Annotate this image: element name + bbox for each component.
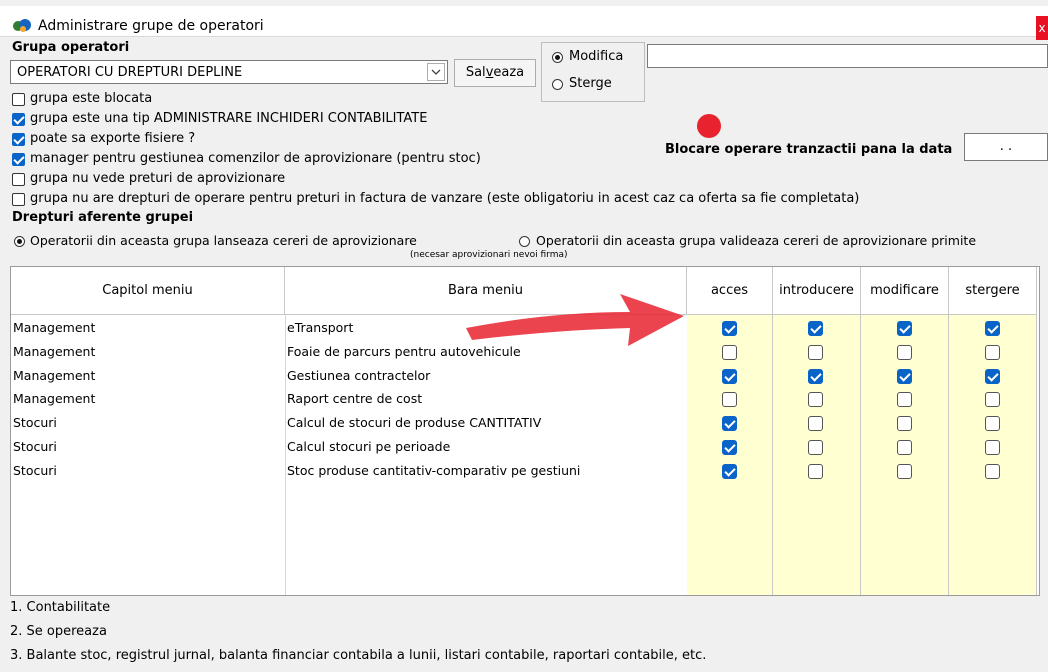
checkbox-modificare[interactable] bbox=[897, 440, 912, 455]
checkbox-stergere[interactable] bbox=[985, 368, 1000, 384]
row-capitol: Management bbox=[13, 391, 96, 407]
column-header-modificare[interactable]: modificare bbox=[861, 267, 949, 315]
checkbox-modificare[interactable] bbox=[897, 344, 912, 360]
save-label-rest: eaza bbox=[493, 65, 525, 80]
row-capitol: Stocuri bbox=[13, 462, 57, 478]
checkbox-introducere[interactable] bbox=[808, 344, 823, 360]
radio-launch-note: (necesar aprovizionari nevoi firma) bbox=[410, 250, 568, 260]
blocking-date-value: . . bbox=[999, 139, 1013, 154]
chevron-down-icon[interactable] bbox=[427, 63, 445, 81]
checkbox-stergere[interactable] bbox=[985, 321, 1000, 336]
app-icon bbox=[13, 19, 31, 32]
checkbox-modificare[interactable] bbox=[897, 321, 912, 336]
row-capitol: Stocuri bbox=[13, 439, 57, 454]
save-label-part: Sal bbox=[465, 65, 486, 80]
title-bar: Administrare grupe de operatori x bbox=[0, 6, 1048, 40]
red-arrow-annotation bbox=[466, 294, 684, 346]
column-header-stergere[interactable]: stergere bbox=[949, 267, 1037, 315]
checkbox-acces[interactable] bbox=[722, 344, 737, 360]
close-icon[interactable]: x bbox=[1036, 16, 1048, 40]
radio-modify-label: Modifica bbox=[569, 49, 624, 64]
option-checkbox-2[interactable] bbox=[12, 133, 25, 146]
row-bara: Calcul stocuri pe perioade bbox=[287, 439, 451, 454]
window-title: Administrare grupe de operatori bbox=[38, 18, 264, 34]
row-bara: Gestiunea contractelor bbox=[287, 367, 431, 383]
checkbox-modificare[interactable] bbox=[897, 368, 912, 384]
footer-line-3: 3. Balante stoc, registrul jurnal, balan… bbox=[10, 648, 707, 663]
radio-launch-label: Operatorii din aceasta grupa lanseaza ce… bbox=[30, 233, 417, 248]
column-header-introducere[interactable]: introducere bbox=[773, 267, 861, 315]
checkbox-introducere[interactable] bbox=[808, 416, 823, 432]
row-bara: eTransport bbox=[287, 320, 354, 335]
checkbox-modificare[interactable] bbox=[897, 416, 912, 432]
row-capitol: Management bbox=[13, 320, 96, 335]
blocking-date-input[interactable]: . . bbox=[964, 133, 1048, 161]
row-capitol: Management bbox=[13, 343, 96, 359]
row-capitol: Management bbox=[13, 367, 96, 383]
checkbox-acces[interactable] bbox=[722, 321, 737, 336]
radio-modify[interactable] bbox=[552, 52, 563, 63]
group-select-value: OPERATORI CU DREPTURI DEPLINE bbox=[17, 65, 243, 80]
option-label-4: grupa nu vede preturi de aprovizionare bbox=[30, 171, 286, 186]
group-name-input[interactable] bbox=[647, 44, 1048, 68]
checkbox-stergere[interactable] bbox=[985, 463, 1000, 479]
radio-delete-label: Sterge bbox=[569, 76, 612, 91]
checkbox-acces[interactable] bbox=[722, 463, 737, 479]
radio-launch-requests[interactable] bbox=[14, 236, 25, 247]
option-label-5: grupa nu are drepturi de operare pentru … bbox=[30, 191, 860, 206]
column-divider bbox=[285, 315, 286, 595]
footer-line-2: 2. Se opereaza bbox=[10, 624, 107, 639]
row-bara: Raport centre de cost bbox=[287, 391, 423, 407]
checkbox-stergere[interactable] bbox=[985, 416, 1000, 432]
checkbox-stergere[interactable] bbox=[985, 440, 1000, 455]
rights-heading: Drepturi aferente grupei bbox=[12, 210, 194, 225]
radio-validate-requests[interactable] bbox=[519, 236, 530, 247]
group-select[interactable]: OPERATORI CU DREPTURI DEPLINE bbox=[10, 60, 448, 84]
checkbox-introducere[interactable] bbox=[808, 368, 823, 384]
checkbox-introducere[interactable] bbox=[808, 321, 823, 336]
row-bara: Stoc produse cantitativ-comparativ pe ge… bbox=[287, 462, 581, 478]
checkbox-modificare[interactable] bbox=[897, 463, 912, 479]
column-header-acces[interactable]: acces bbox=[687, 267, 773, 315]
checkbox-stergere[interactable] bbox=[985, 392, 1000, 408]
option-checkbox-5[interactable] bbox=[12, 193, 25, 206]
option-checkbox-3[interactable] bbox=[12, 153, 25, 166]
option-label-3: manager pentru gestiunea comenzilor de a… bbox=[30, 151, 481, 166]
checkbox-introducere[interactable] bbox=[808, 440, 823, 455]
group-label: Grupa operatori bbox=[12, 40, 130, 55]
option-checkbox-0[interactable] bbox=[12, 93, 25, 106]
save-button[interactable]: Salveaza bbox=[454, 59, 536, 87]
radio-delete[interactable] bbox=[552, 79, 563, 90]
footer-line-1: 1. Contabilitate bbox=[10, 600, 111, 615]
option-label-0: grupa este blocata bbox=[30, 91, 153, 106]
option-label-1: grupa este una tip ADMINISTRARE INCHIDER… bbox=[30, 111, 428, 126]
radio-validate-label: Operatorii din aceasta grupa valideaza c… bbox=[536, 233, 977, 248]
checkbox-introducere[interactable] bbox=[808, 463, 823, 479]
column-header-capitol[interactable]: Capitol meniu bbox=[11, 267, 285, 315]
checkbox-acces[interactable] bbox=[722, 416, 737, 432]
checkbox-acces[interactable] bbox=[722, 368, 737, 384]
row-bara: Calcul de stocuri de produse CANTITATIV bbox=[287, 415, 542, 431]
checkbox-acces[interactable] bbox=[722, 392, 737, 408]
checkbox-modificare[interactable] bbox=[897, 392, 912, 408]
blocking-label: Blocare operare tranzactii pana la data bbox=[665, 142, 953, 157]
red-dot-marker bbox=[697, 114, 721, 138]
option-checkbox-1[interactable] bbox=[12, 113, 25, 126]
option-label-2: poate sa exporte fisiere ? bbox=[30, 131, 196, 146]
checkbox-introducere[interactable] bbox=[808, 392, 823, 408]
option-checkbox-4[interactable] bbox=[12, 173, 25, 186]
row-capitol: Stocuri bbox=[13, 415, 57, 431]
checkbox-acces[interactable] bbox=[722, 440, 737, 455]
checkbox-stergere[interactable] bbox=[985, 344, 1000, 360]
